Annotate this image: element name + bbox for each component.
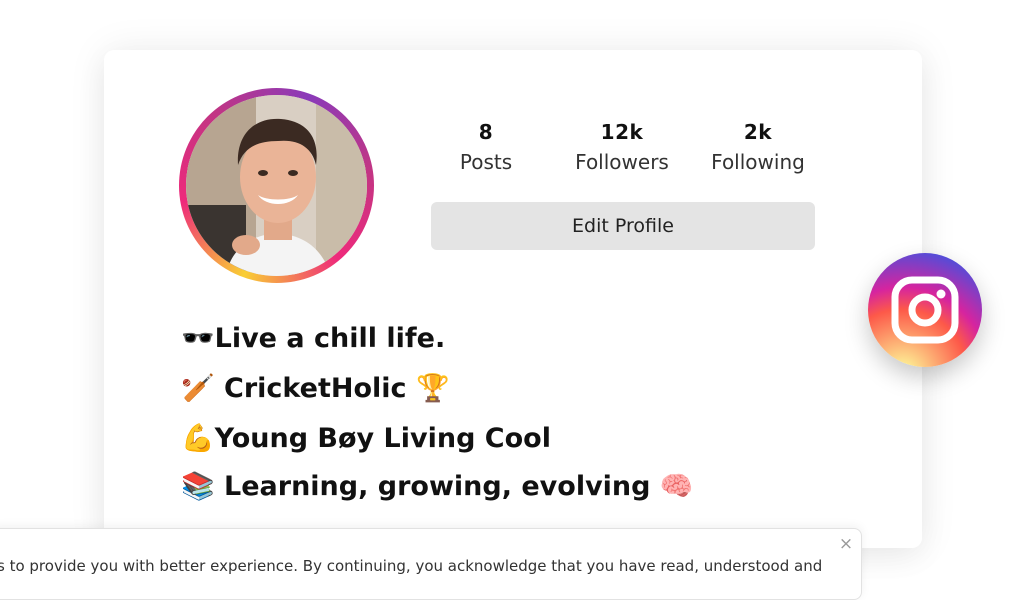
sunglasses-icon: 🕶️ xyxy=(181,323,215,354)
cookie-consent-text: s to provide you with better experience.… xyxy=(0,557,823,575)
posts-count: 8 xyxy=(478,120,494,144)
edit-profile-button[interactable]: Edit Profile xyxy=(431,202,815,250)
cookie-consent-banner: s to provide you with better experience.… xyxy=(0,528,862,600)
followers-count: 12k xyxy=(600,120,644,144)
avatar-photo-illustration xyxy=(186,95,367,276)
following-label: Following xyxy=(711,150,805,174)
following-count: 2k xyxy=(743,120,773,144)
stat-following[interactable]: 2k Following xyxy=(693,118,823,178)
bio-text: Learning, growing, evolving xyxy=(214,471,660,502)
stat-followers[interactable]: 12k Followers xyxy=(557,118,687,178)
close-icon[interactable]: × xyxy=(837,535,855,553)
bio-line-4: 📚 Learning, growing, evolving 🧠 xyxy=(181,467,694,507)
bio-line-1: 🕶️Live a chill life. xyxy=(181,319,445,359)
flexed-biceps-icon: 💪 xyxy=(181,423,215,454)
bio-line-3: 💪Young Bøy Living Cool xyxy=(181,419,551,459)
avatar-photo xyxy=(186,95,367,276)
cricket-bat-icon: 🏏 xyxy=(181,373,215,404)
posts-label: Posts xyxy=(459,150,513,174)
bio-line-2: 🏏 CricketHolic 🏆 xyxy=(181,369,450,409)
stat-posts[interactable]: 8 Posts xyxy=(421,118,551,178)
bio-text: CricketHolic xyxy=(214,373,416,404)
instagram-logo-icon xyxy=(891,276,959,344)
books-icon: 📚 xyxy=(181,471,215,502)
followers-label: Followers xyxy=(575,150,669,174)
bio-text: Live a chill life. xyxy=(214,323,446,354)
profile-avatar[interactable] xyxy=(179,88,374,283)
brain-icon: 🧠 xyxy=(659,471,694,502)
instagram-badge[interactable] xyxy=(868,253,982,367)
trophy-icon: 🏆 xyxy=(415,373,450,404)
bio-text: Young Bøy Living Cool xyxy=(214,423,551,454)
